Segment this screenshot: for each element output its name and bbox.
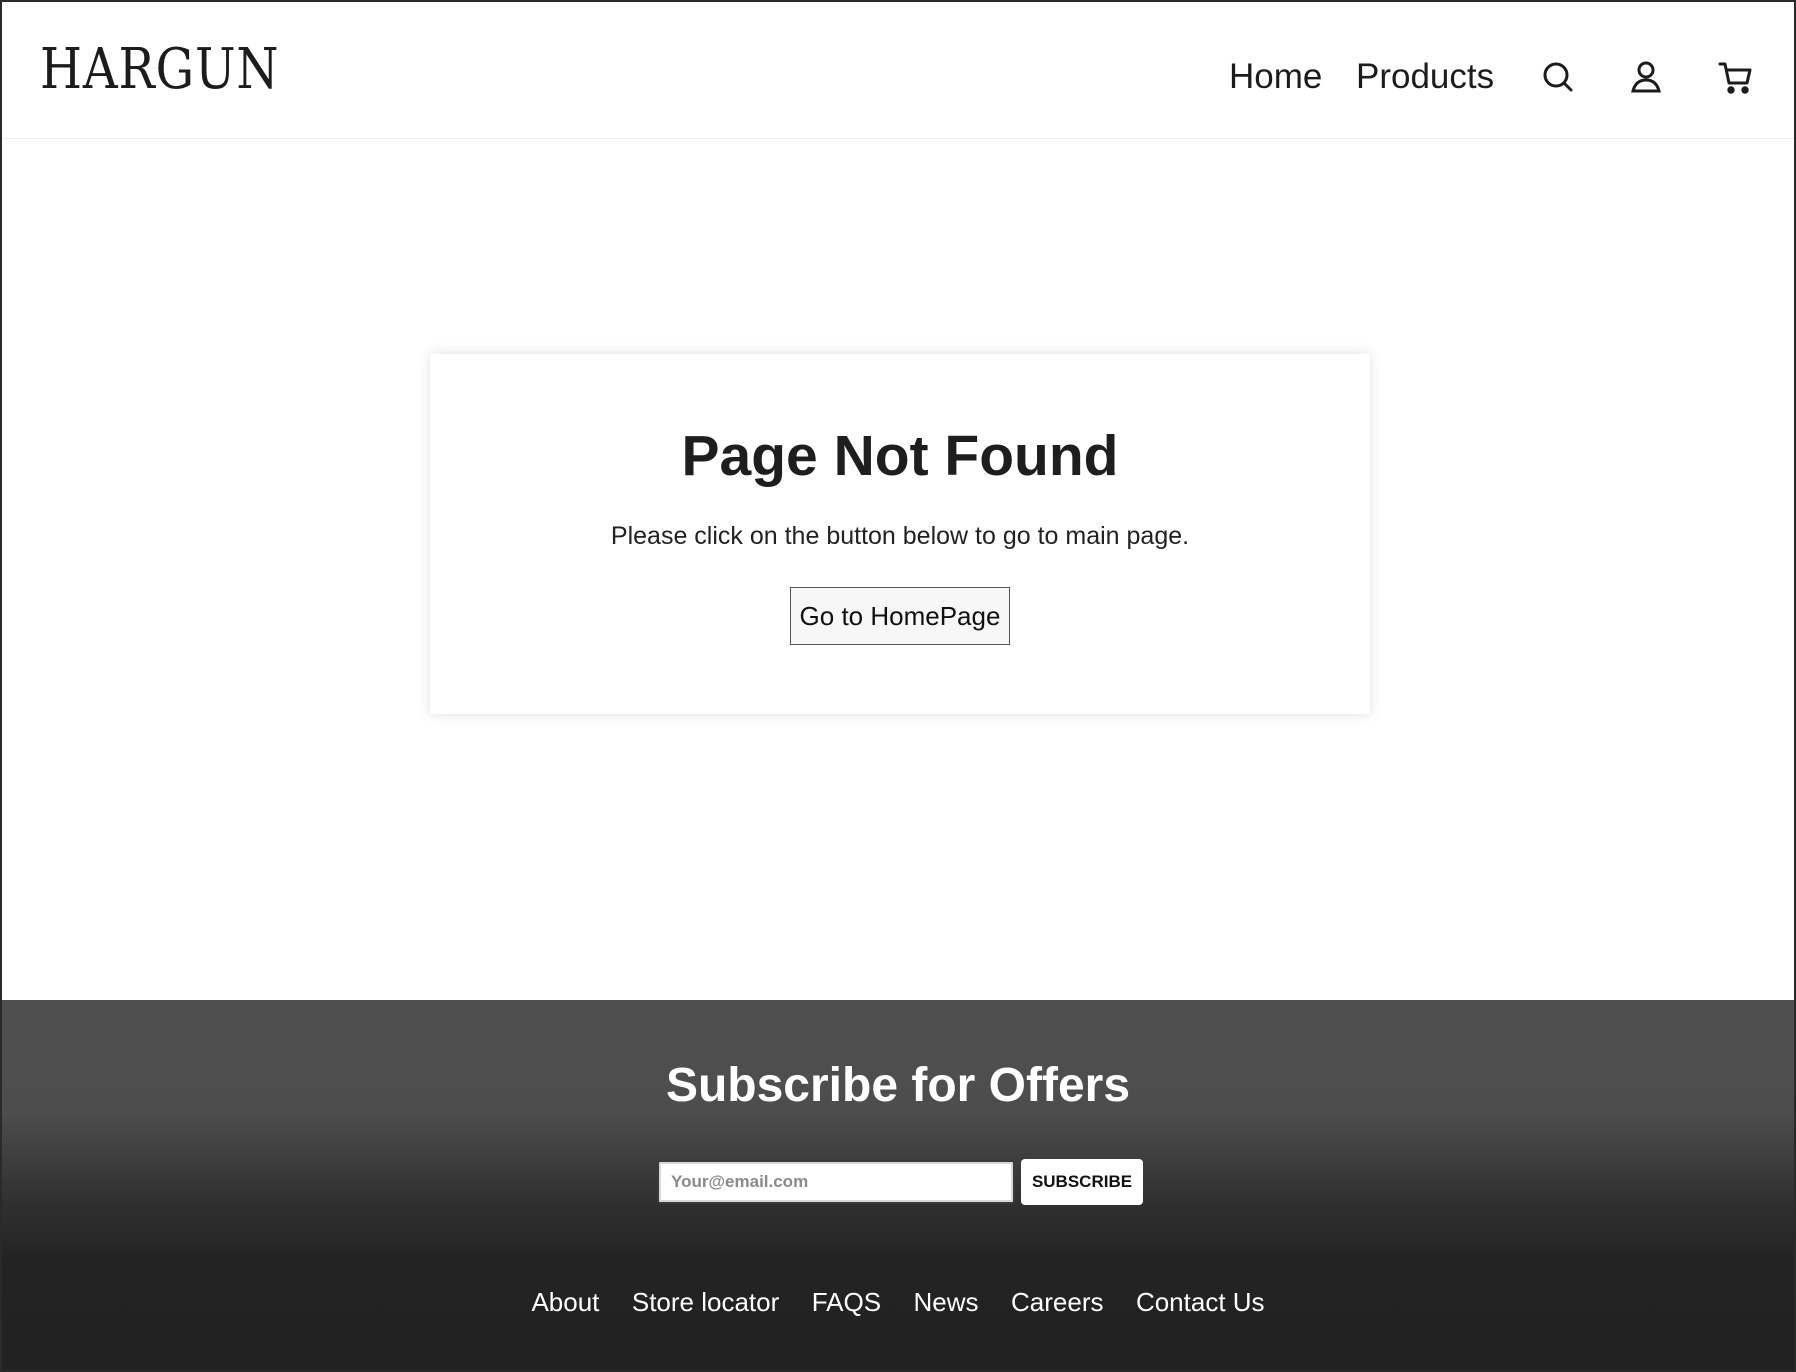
cart-icon[interactable] <box>1716 58 1756 98</box>
nav-products-link[interactable]: Products <box>1356 56 1494 98</box>
subscribe-title: Subscribe for Offers <box>665 1059 1131 1112</box>
footer-link-faqs[interactable]: FAQS <box>812 1286 881 1318</box>
footer-links: About Store locator FAQS News Careers Co… <box>2 1286 1794 1318</box>
subscribe-button[interactable]: SUBSCRIBE <box>1021 1159 1143 1205</box>
logo[interactable]: HARGUN <box>40 38 279 102</box>
not-found-card: Page Not Found Please click on the butto… <box>430 354 1370 714</box>
nav-home-link[interactable]: Home <box>1229 56 1322 98</box>
page: HARGUN Home Products Page Not Found Plea… <box>0 0 1796 1372</box>
not-found-message: Please click on the button below to go t… <box>610 522 1190 550</box>
go-to-homepage-button[interactable]: Go to HomePage <box>790 587 1010 645</box>
site-footer: Subscribe for Offers SUBSCRIBE About Sto… <box>2 1000 1794 1370</box>
footer-link-contact-us[interactable]: Contact Us <box>1136 1286 1265 1318</box>
footer-link-news[interactable]: News <box>914 1286 979 1318</box>
footer-link-careers[interactable]: Careers <box>1011 1286 1103 1318</box>
site-header: HARGUN Home Products <box>2 2 1794 139</box>
page-title: Page Not Found <box>681 424 1119 488</box>
account-icon[interactable] <box>1626 58 1666 98</box>
email-input[interactable] <box>657 1160 1015 1204</box>
search-icon[interactable] <box>1538 58 1578 98</box>
footer-link-about[interactable]: About <box>531 1286 599 1318</box>
subscribe-form: SUBSCRIBE <box>657 1159 1147 1206</box>
footer-link-store-locator[interactable]: Store locator <box>632 1286 779 1318</box>
